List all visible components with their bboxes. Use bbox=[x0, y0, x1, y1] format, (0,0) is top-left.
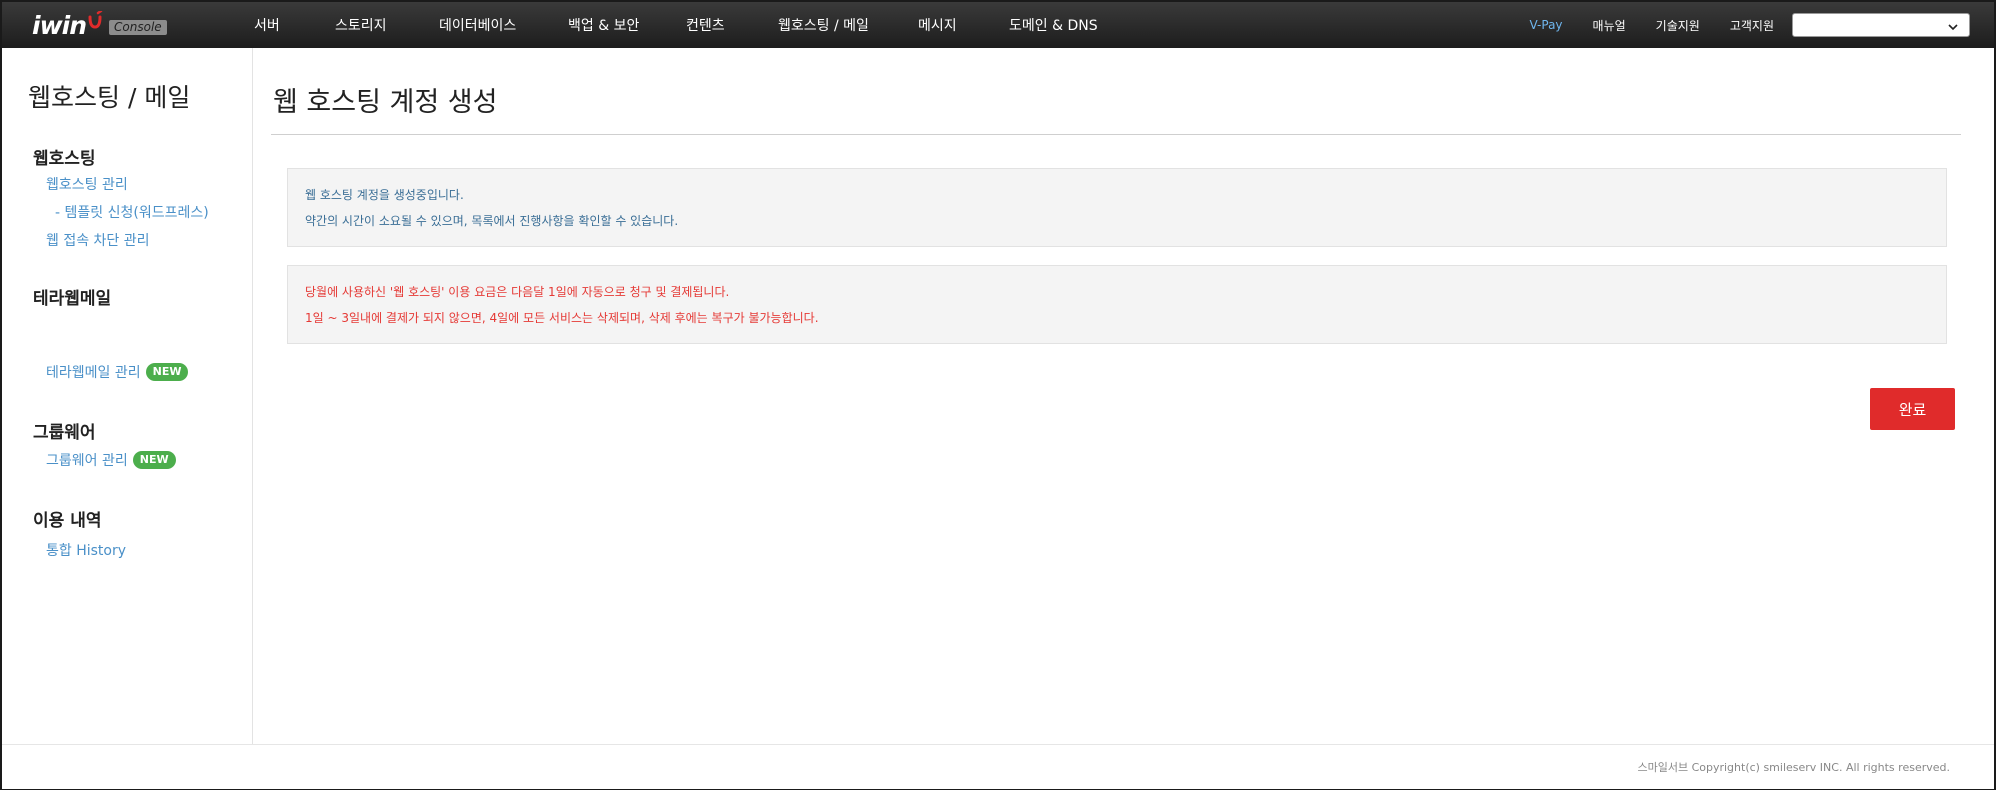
nav-item-backup-security[interactable]: 백업 & 보안 bbox=[568, 15, 686, 35]
sidebar-section-usage-history: 이용 내역 bbox=[33, 511, 102, 531]
sidebar-item-terawebmail-manage[interactable]: 테라웹메일 관리 NEW bbox=[46, 362, 189, 382]
utility-menu: V-Pay 매뉴얼 기술지원 고객지원 bbox=[1530, 2, 1970, 48]
console-badge: Console bbox=[109, 19, 167, 35]
sidebar-item-webhosting-manage[interactable]: 웹호스팅 관리 bbox=[46, 174, 128, 194]
manual-link[interactable]: 매뉴얼 bbox=[1593, 17, 1626, 34]
nav-item-server[interactable]: 서버 bbox=[254, 15, 335, 35]
nav-item-message[interactable]: 메시지 bbox=[918, 15, 1009, 35]
vpay-link[interactable]: V-Pay bbox=[1530, 18, 1563, 32]
main-content: 웹 호스팅 계정 생성 웹 호스팅 계정을 생성중입니다. 약간의 시간이 소요… bbox=[253, 48, 1994, 744]
sidebar: 웹호스팅 / 메일 웹호스팅 웹호스팅 관리 - 템플릿 신청(워드프레스) 웹… bbox=[2, 48, 253, 744]
sidebar-section-webhosting: 웹호스팅 bbox=[33, 149, 96, 169]
logo-text: iwin bbox=[32, 10, 87, 40]
chevron-down-icon bbox=[1947, 18, 1959, 37]
info-notice-box: 웹 호스팅 계정을 생성중입니다. 약간의 시간이 소요될 수 있으며, 목록에… bbox=[287, 168, 1947, 247]
sidebar-item-web-access-block[interactable]: 웹 접속 차단 관리 bbox=[46, 230, 150, 250]
copyright-text: 스마일서브 Copyright(c) smileserv INC. All ri… bbox=[1637, 761, 1950, 774]
info-notice-line: 약간의 시간이 소요될 수 있으며, 목록에서 진행사항을 확인할 수 있습니다… bbox=[305, 214, 679, 228]
warning-notice-line: 1일 ~ 3일내에 결제가 되지 않으면, 4일에 모든 서비스는 삭제되며, … bbox=[305, 311, 819, 325]
warning-notice-line: 당월에 사용하신 '웹 호스팅' 이용 요금은 다음달 1일에 자동으로 청구 … bbox=[305, 285, 730, 299]
billing-warning-box: 당월에 사용하신 '웹 호스팅' 이용 요금은 다음달 1일에 자동으로 청구 … bbox=[287, 265, 1947, 344]
sidebar-section-groupware: 그룹웨어 bbox=[33, 423, 96, 443]
sidebar-title: 웹호스팅 / 메일 bbox=[28, 83, 191, 112]
customer-support-link[interactable]: 고객지원 bbox=[1730, 17, 1774, 34]
smile-logo-icon bbox=[87, 9, 103, 37]
console-window: iwin Console 서버 스토리지 데이터베이스 백업 & 보안 컨텐츠 … bbox=[0, 0, 1996, 790]
sidebar-item-groupware-manage[interactable]: 그룹웨어 관리 NEW bbox=[46, 450, 176, 470]
footer: 스마일서브 Copyright(c) smileserv INC. All ri… bbox=[2, 744, 1994, 789]
account-select[interactable] bbox=[1792, 13, 1970, 37]
sidebar-item-label: 그룹웨어 관리 bbox=[46, 453, 128, 469]
info-notice-line: 웹 호스팅 계정을 생성중입니다. bbox=[305, 188, 464, 202]
new-badge: NEW bbox=[145, 363, 189, 381]
sidebar-item-integrated-history[interactable]: 통합 History bbox=[46, 540, 126, 560]
sidebar-item-label: 테라웹메일 관리 bbox=[46, 365, 141, 381]
sidebar-item-template-wordpress[interactable]: - 템플릿 신청(워드프레스) bbox=[55, 202, 209, 222]
nav-item-webhosting-mail[interactable]: 웹호스팅 / 메일 bbox=[778, 15, 918, 35]
tech-support-link[interactable]: 기술지원 bbox=[1656, 17, 1700, 34]
title-divider bbox=[271, 134, 1961, 135]
done-button[interactable]: 완료 bbox=[1870, 388, 1955, 430]
page-title: 웹 호스팅 계정 생성 bbox=[273, 87, 498, 118]
top-navigation-bar: iwin Console 서버 스토리지 데이터베이스 백업 & 보안 컨텐츠 … bbox=[2, 2, 1994, 48]
brand-logo[interactable]: iwin Console bbox=[32, 9, 167, 40]
main-menu: 서버 스토리지 데이터베이스 백업 & 보안 컨텐츠 웹호스팅 / 메일 메시지… bbox=[254, 2, 1098, 48]
new-badge: NEW bbox=[132, 451, 176, 469]
nav-item-database[interactable]: 데이터베이스 bbox=[439, 15, 568, 35]
nav-item-domain-dns[interactable]: 도메인 & DNS bbox=[1009, 15, 1098, 35]
nav-item-contents[interactable]: 컨텐츠 bbox=[686, 15, 778, 35]
nav-item-storage[interactable]: 스토리지 bbox=[335, 15, 439, 35]
sidebar-section-terawebmail: 테라웹메일 bbox=[33, 289, 112, 309]
